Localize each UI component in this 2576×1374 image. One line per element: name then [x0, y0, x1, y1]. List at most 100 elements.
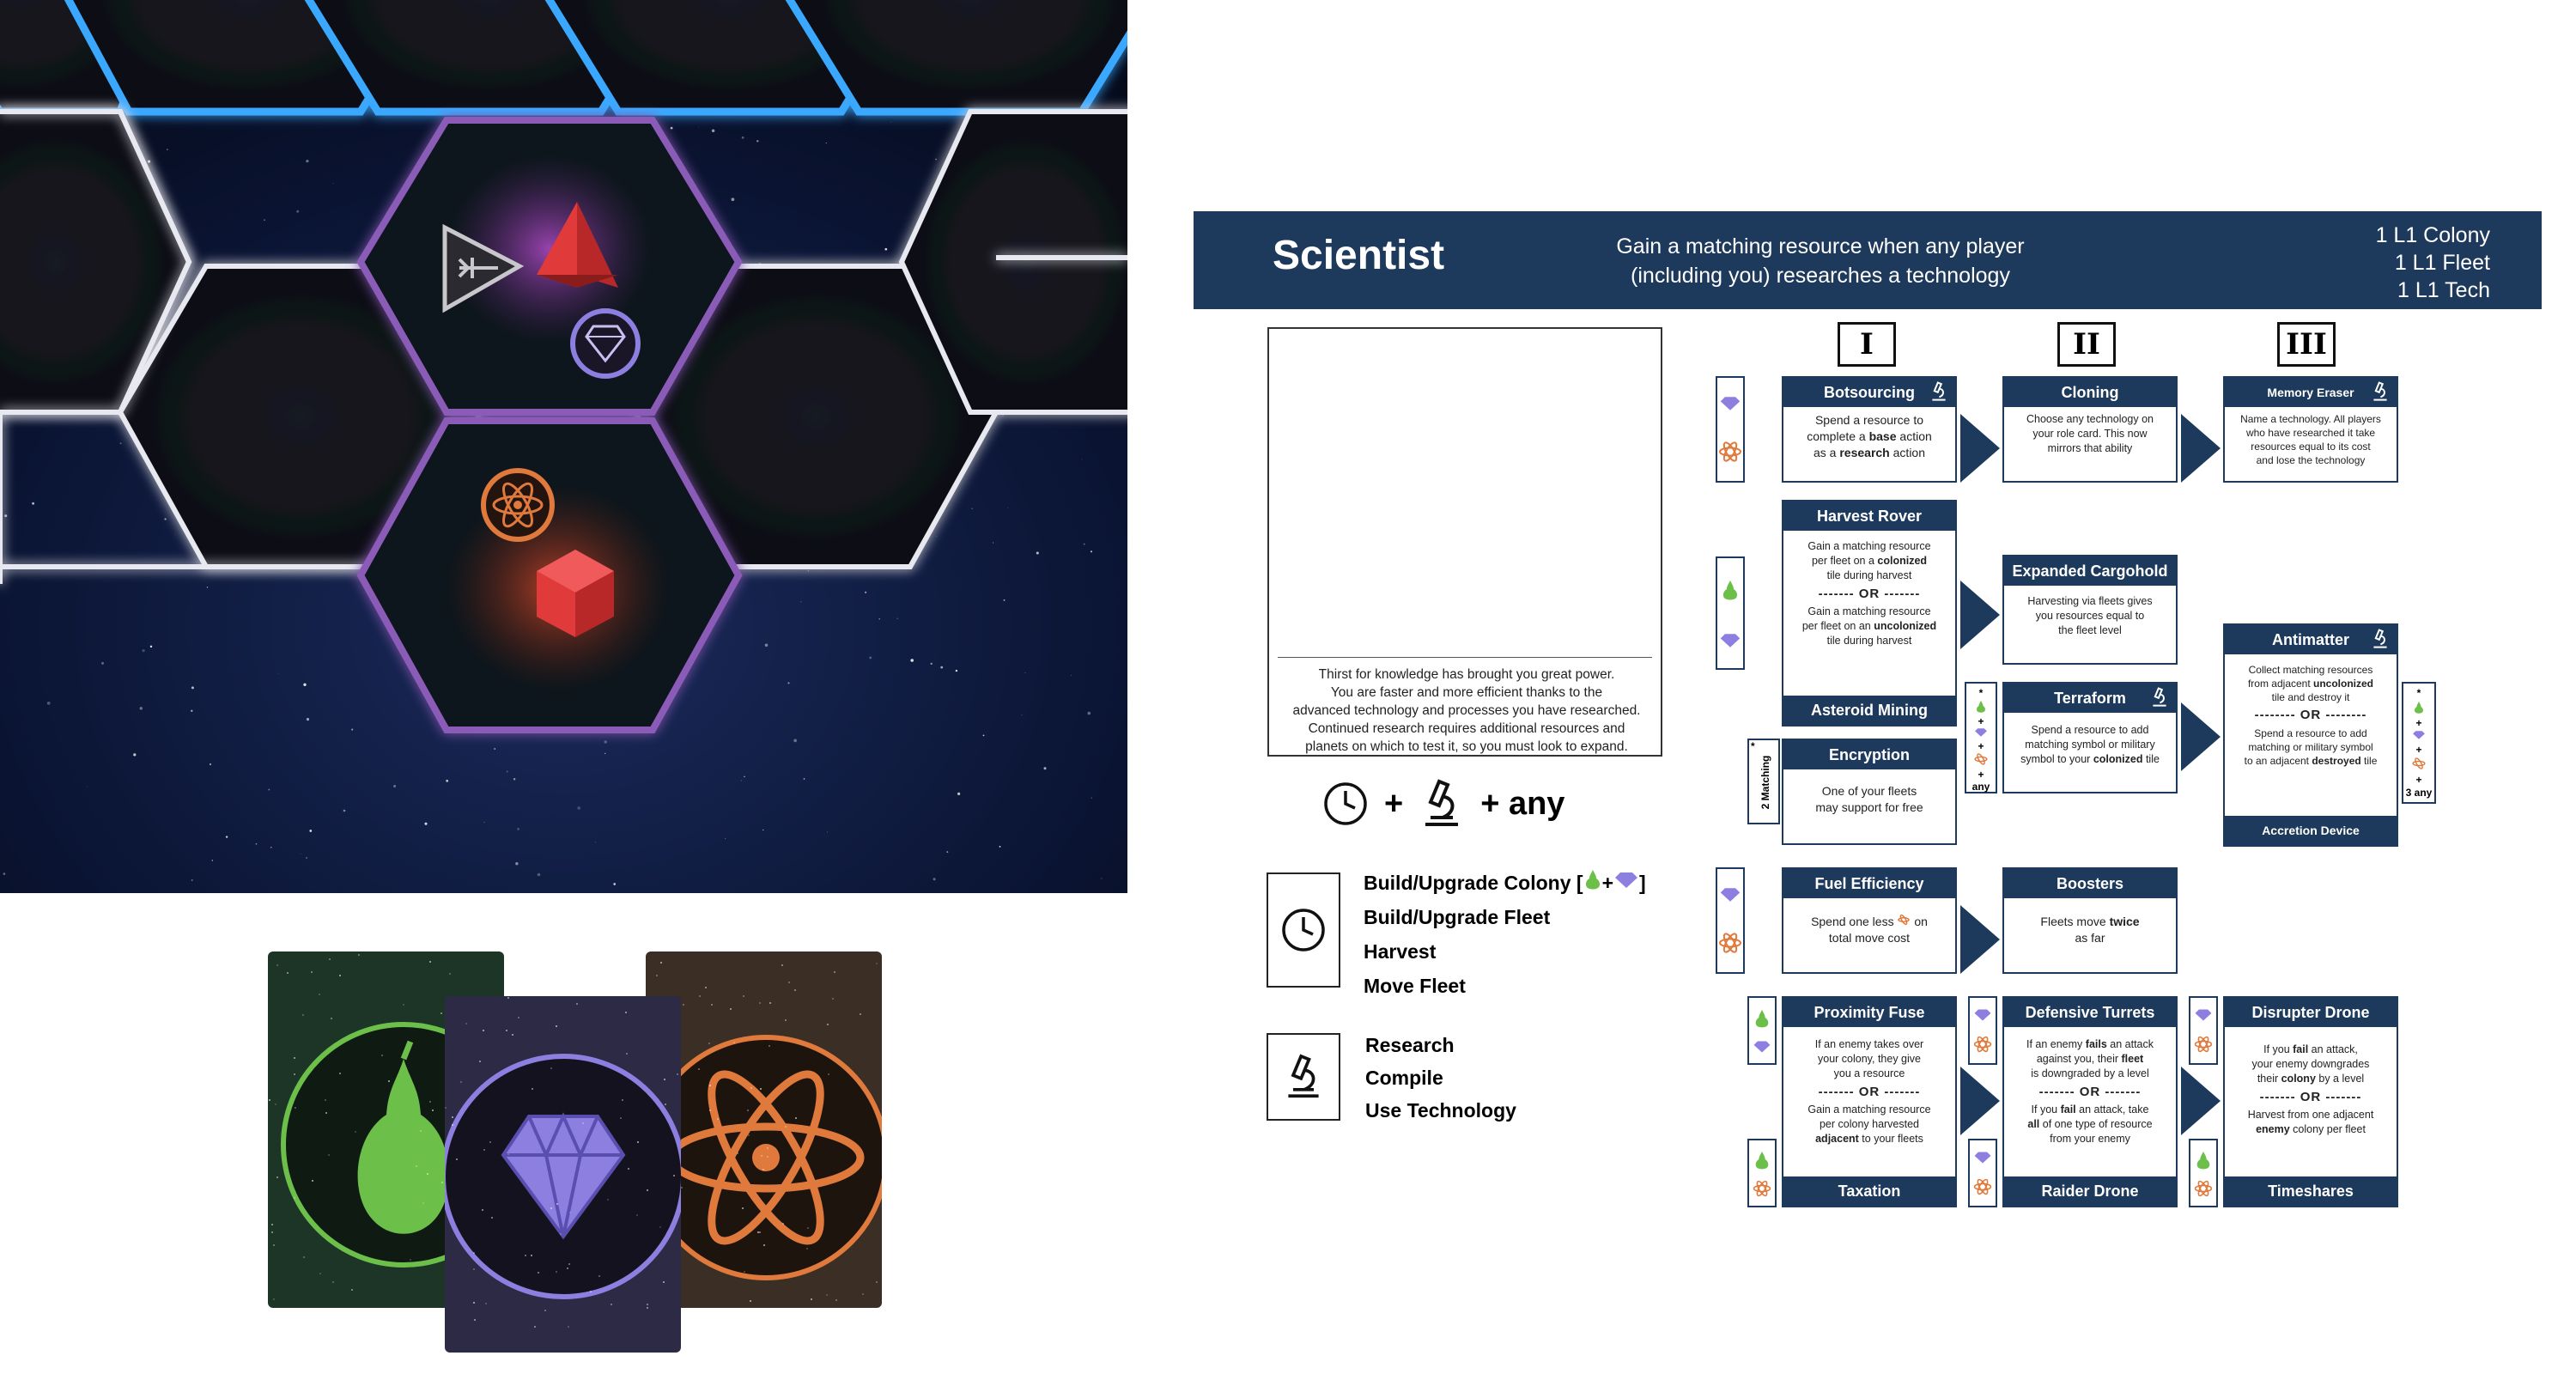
- star: [225, 836, 228, 838]
- star: [460, 1081, 462, 1083]
- star: [513, 777, 516, 781]
- tech-boosters[interactable]: Boosters Fleets move twice as far: [2002, 867, 2178, 974]
- tech-taxation[interactable]: Taxation: [1783, 1176, 1955, 1206]
- star: [622, 1099, 623, 1101]
- star: [482, 1209, 483, 1211]
- microscope-icon: [1288, 1054, 1319, 1098]
- star: [626, 1053, 628, 1055]
- star: [731, 198, 735, 202]
- star: [296, 210, 300, 213]
- star: [343, 809, 346, 812]
- resource-indicator: [1716, 376, 1745, 483]
- tech-memory-eraser[interactable]: Memory Eraser Name a technology. All pla…: [2223, 376, 2398, 483]
- star: [331, 891, 332, 892]
- crystal-icon: [1720, 888, 1741, 902]
- tech-botsourcing[interactable]: Botsourcing Spend a resource to complete…: [1782, 376, 1957, 483]
- tech-encryption[interactable]: Encryption One of your fleets may support…: [1782, 739, 1957, 845]
- star: [403, 1004, 404, 1006]
- star: [532, 1088, 533, 1090]
- tech-raider-drone[interactable]: Raider Drone: [2004, 1176, 2176, 1206]
- tech-title: Fuel Efficiency: [1783, 869, 1955, 898]
- plus-sign: +: [1601, 872, 1613, 894]
- star: [149, 645, 153, 648]
- game-board: [0, 0, 1127, 893]
- tech-title: Boosters: [2004, 869, 2176, 898]
- tech-accretion-device[interactable]: Accretion Device: [2225, 816, 2397, 845]
- tech-text: Choose any technology on your role card. …: [2026, 413, 2154, 454]
- star: [119, 442, 122, 445]
- star: [698, 126, 699, 128]
- star: [483, 821, 485, 824]
- star: [550, 1067, 552, 1069]
- tech-timeshares[interactable]: Timeshares: [2225, 1176, 2397, 1206]
- star: [761, 1155, 762, 1157]
- star: [763, 1244, 765, 1246]
- star: [663, 1281, 665, 1283]
- start-fleet: 1 L1 Fleet: [2394, 251, 2490, 275]
- star: [698, 1068, 700, 1070]
- tech-disrupter-drone[interactable]: Disrupter Drone If you fail an attack, y…: [2223, 996, 2398, 1207]
- star: [273, 1244, 275, 1246]
- level-1-header: I: [1838, 322, 1896, 367]
- star: [764, 643, 769, 647]
- tech-proximity-fuse[interactable]: Proximity Fuse If an enemy takes over you…: [1782, 996, 1957, 1207]
- star: [556, 1025, 557, 1027]
- tech-title: Encryption: [1783, 740, 1955, 769]
- flavor-line: advanced technology and processes you ha…: [1292, 703, 1641, 718]
- crystal-icon: [1974, 1151, 1991, 1164]
- star: [725, 838, 726, 840]
- star: [568, 1263, 570, 1265]
- tech-cloning[interactable]: Cloning Choose any technology on your rol…: [2002, 376, 2178, 483]
- action-harvest: Harvest: [1364, 940, 1437, 963]
- star: [483, 1149, 485, 1151]
- action-move-fleet: Move Fleet: [1364, 975, 1466, 997]
- star: [794, 989, 796, 991]
- star: [518, 1017, 519, 1018]
- star: [101, 661, 104, 665]
- resource-indicator: [1716, 556, 1745, 670]
- star: [807, 570, 810, 572]
- star: [683, 1004, 684, 1006]
- star: [515, 861, 519, 866]
- atom-token[interactable]: [481, 468, 555, 542]
- star: [670, 126, 673, 130]
- star: [946, 851, 949, 854]
- tech-fuel-efficiency[interactable]: Fuel Efficiency Spend one less on total …: [1782, 867, 1957, 974]
- tech-harvest-rover[interactable]: Harvest Rover Gain a matching resource p…: [1782, 500, 1957, 727]
- star: [869, 656, 872, 660]
- star: [781, 964, 783, 966]
- star: [613, 883, 617, 885]
- star: [410, 1259, 411, 1261]
- star: [748, 1134, 750, 1136]
- crystal-token[interactable]: [570, 308, 641, 379]
- microscope-icon: [1932, 381, 1946, 401]
- star: [445, 1107, 447, 1109]
- tech-text: Name a technology. All players who have r…: [2240, 413, 2381, 466]
- atom-card[interactable]: [646, 951, 882, 1308]
- star: [1081, 459, 1083, 460]
- star: [834, 971, 835, 973]
- tech-title: Antimatter: [2225, 625, 2397, 654]
- crystal-card[interactable]: [445, 996, 681, 1353]
- tech-text: If an enemy fails an attack against you,…: [2026, 1038, 2154, 1145]
- star: [762, 1169, 764, 1170]
- star: [302, 1014, 304, 1016]
- star: [604, 740, 607, 744]
- star: [306, 159, 309, 163]
- star: [1071, 674, 1072, 676]
- crystal-icon: [1753, 1041, 1771, 1053]
- star: [474, 1319, 476, 1321]
- tech-terraform[interactable]: Terraform Spend a resource to add matchin…: [2002, 682, 2178, 793]
- star: [473, 1252, 475, 1254]
- tech-asteroid-mining[interactable]: Asteroid Mining: [1783, 696, 1955, 725]
- star: [427, 1173, 428, 1175]
- time-action-box: [1267, 872, 1340, 988]
- tech-expanded-cargohold[interactable]: Expanded Cargohold Harvesting via fleets…: [2002, 555, 2178, 665]
- star: [957, 792, 961, 795]
- tech-antimatter[interactable]: Antimatter Collect matching resources fr…: [2223, 623, 2398, 847]
- star: [1083, 543, 1085, 545]
- star: [512, 1034, 513, 1036]
- star: [890, 121, 892, 123]
- tech-defensive-turrets[interactable]: Defensive Turrets If an enemy fails an a…: [2002, 996, 2178, 1207]
- star: [826, 1294, 828, 1296]
